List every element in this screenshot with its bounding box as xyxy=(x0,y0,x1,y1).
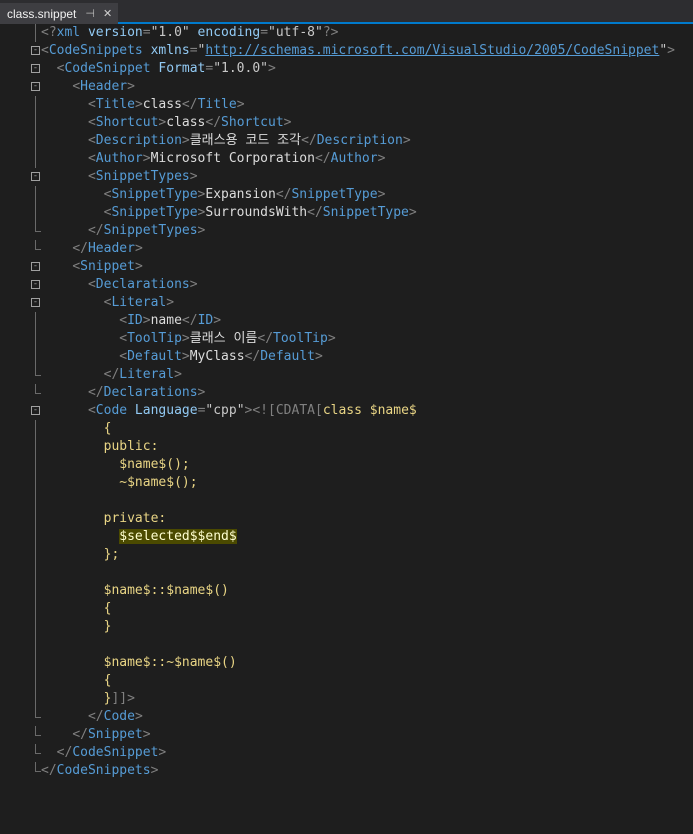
code-line-1: <?xml version="1.0" encoding="utf-8"?> xyxy=(0,24,693,42)
code-line-19: <Default>MyClass</Default> xyxy=(0,348,693,366)
code-line-6: <Shortcut>class</Shortcut> xyxy=(0,114,693,132)
code-line-15: - <Declarations> xyxy=(31,277,198,292)
namespace-link[interactable]: http://schemas.microsoft.com/VisualStudi… xyxy=(205,43,659,58)
code-line-14: - <Snippet> xyxy=(31,259,143,274)
code-lines: <?xml version="1.0" encoding="utf-8"?> -… xyxy=(0,24,693,780)
collapse-icon[interactable]: - xyxy=(31,298,40,307)
code-line-9: - <SnippetTypes> xyxy=(31,169,198,184)
code-line-3: - <CodeSnippet Format="1.0.0"> xyxy=(31,61,276,76)
code-line-24: public: xyxy=(0,438,693,456)
code-line-13: </Header> xyxy=(0,240,693,258)
code-editor[interactable]: <?xml version="1.0" encoding="utf-8"?> -… xyxy=(0,24,693,820)
code-line-23: { xyxy=(0,420,693,438)
code-line-36: $name$::~$name$() xyxy=(0,654,693,672)
tab-class-snippet[interactable]: class.snippet ⊣ ✕ xyxy=(0,3,118,24)
code-line-21: </Declarations> xyxy=(0,384,693,402)
code-line-10: <SnippetType>Expansion</SnippetType> xyxy=(0,186,693,204)
vertical-scrollbar[interactable] xyxy=(689,48,693,820)
code-line-4: - <Header> xyxy=(31,79,135,94)
pin-icon[interactable]: ⊣ xyxy=(85,7,95,20)
code-line-11: <SnippetType>SurroundsWith</SnippetType> xyxy=(0,204,693,222)
code-line-16: - <Literal> xyxy=(31,295,175,310)
code-line-22: - <Code Language="cpp"><![CDATA[class $n… xyxy=(31,403,417,418)
code-line-28: private: xyxy=(0,510,693,528)
collapse-icon[interactable]: - xyxy=(31,262,40,271)
selected-end-placeholder: $selected$$end$ xyxy=(119,529,237,544)
code-line-20: </Literal> xyxy=(0,366,693,384)
fold-guide xyxy=(35,24,36,42)
collapse-icon[interactable]: - xyxy=(31,280,40,289)
code-line-12: </SnippetTypes> xyxy=(0,222,693,240)
code-line-34: } xyxy=(0,618,693,636)
code-line-35 xyxy=(0,636,693,654)
code-line-41: </CodeSnippet> xyxy=(0,744,693,762)
code-line-31 xyxy=(0,564,693,582)
code-line-42: </CodeSnippets> xyxy=(0,762,693,780)
code-line-8: <Author>Microsoft Corporation</Author> xyxy=(0,150,693,168)
code-line-38: }]]> xyxy=(0,690,693,708)
code-line-40: </Snippet> xyxy=(0,726,693,744)
code-line-2: - <CodeSnippets xmlns="http://schemas.mi… xyxy=(31,43,675,58)
code-line-5: <Title>class</Title> xyxy=(0,96,693,114)
code-line-29: $selected$$end$ xyxy=(0,528,693,546)
code-line-25: $name$(); xyxy=(0,456,693,474)
tab-title: class.snippet xyxy=(7,6,77,21)
code-line-30: }; xyxy=(0,546,693,564)
collapse-icon[interactable]: - xyxy=(31,46,40,55)
code-line-37: { xyxy=(0,672,693,690)
close-icon[interactable]: ✕ xyxy=(103,7,112,20)
code-line-27 xyxy=(0,492,693,510)
document-tab-strip: class.snippet ⊣ ✕ xyxy=(0,0,693,24)
code-line-26: ~$name$(); xyxy=(0,474,693,492)
code-line-32: $name$::$name$() xyxy=(0,582,693,600)
code-line-39: </Code> xyxy=(0,708,693,726)
code-line-18: <ToolTip>클래스 이름</ToolTip> xyxy=(0,330,693,348)
collapse-icon[interactable]: - xyxy=(31,406,40,415)
code-line-7: <Description>클래스용 코드 조각</Description> xyxy=(0,132,693,150)
collapse-icon[interactable]: - xyxy=(31,172,40,181)
collapse-icon[interactable]: - xyxy=(31,64,40,73)
collapse-icon[interactable]: - xyxy=(31,82,40,91)
code-line-33: { xyxy=(0,600,693,618)
code-line-17: <ID>name</ID> xyxy=(0,312,693,330)
